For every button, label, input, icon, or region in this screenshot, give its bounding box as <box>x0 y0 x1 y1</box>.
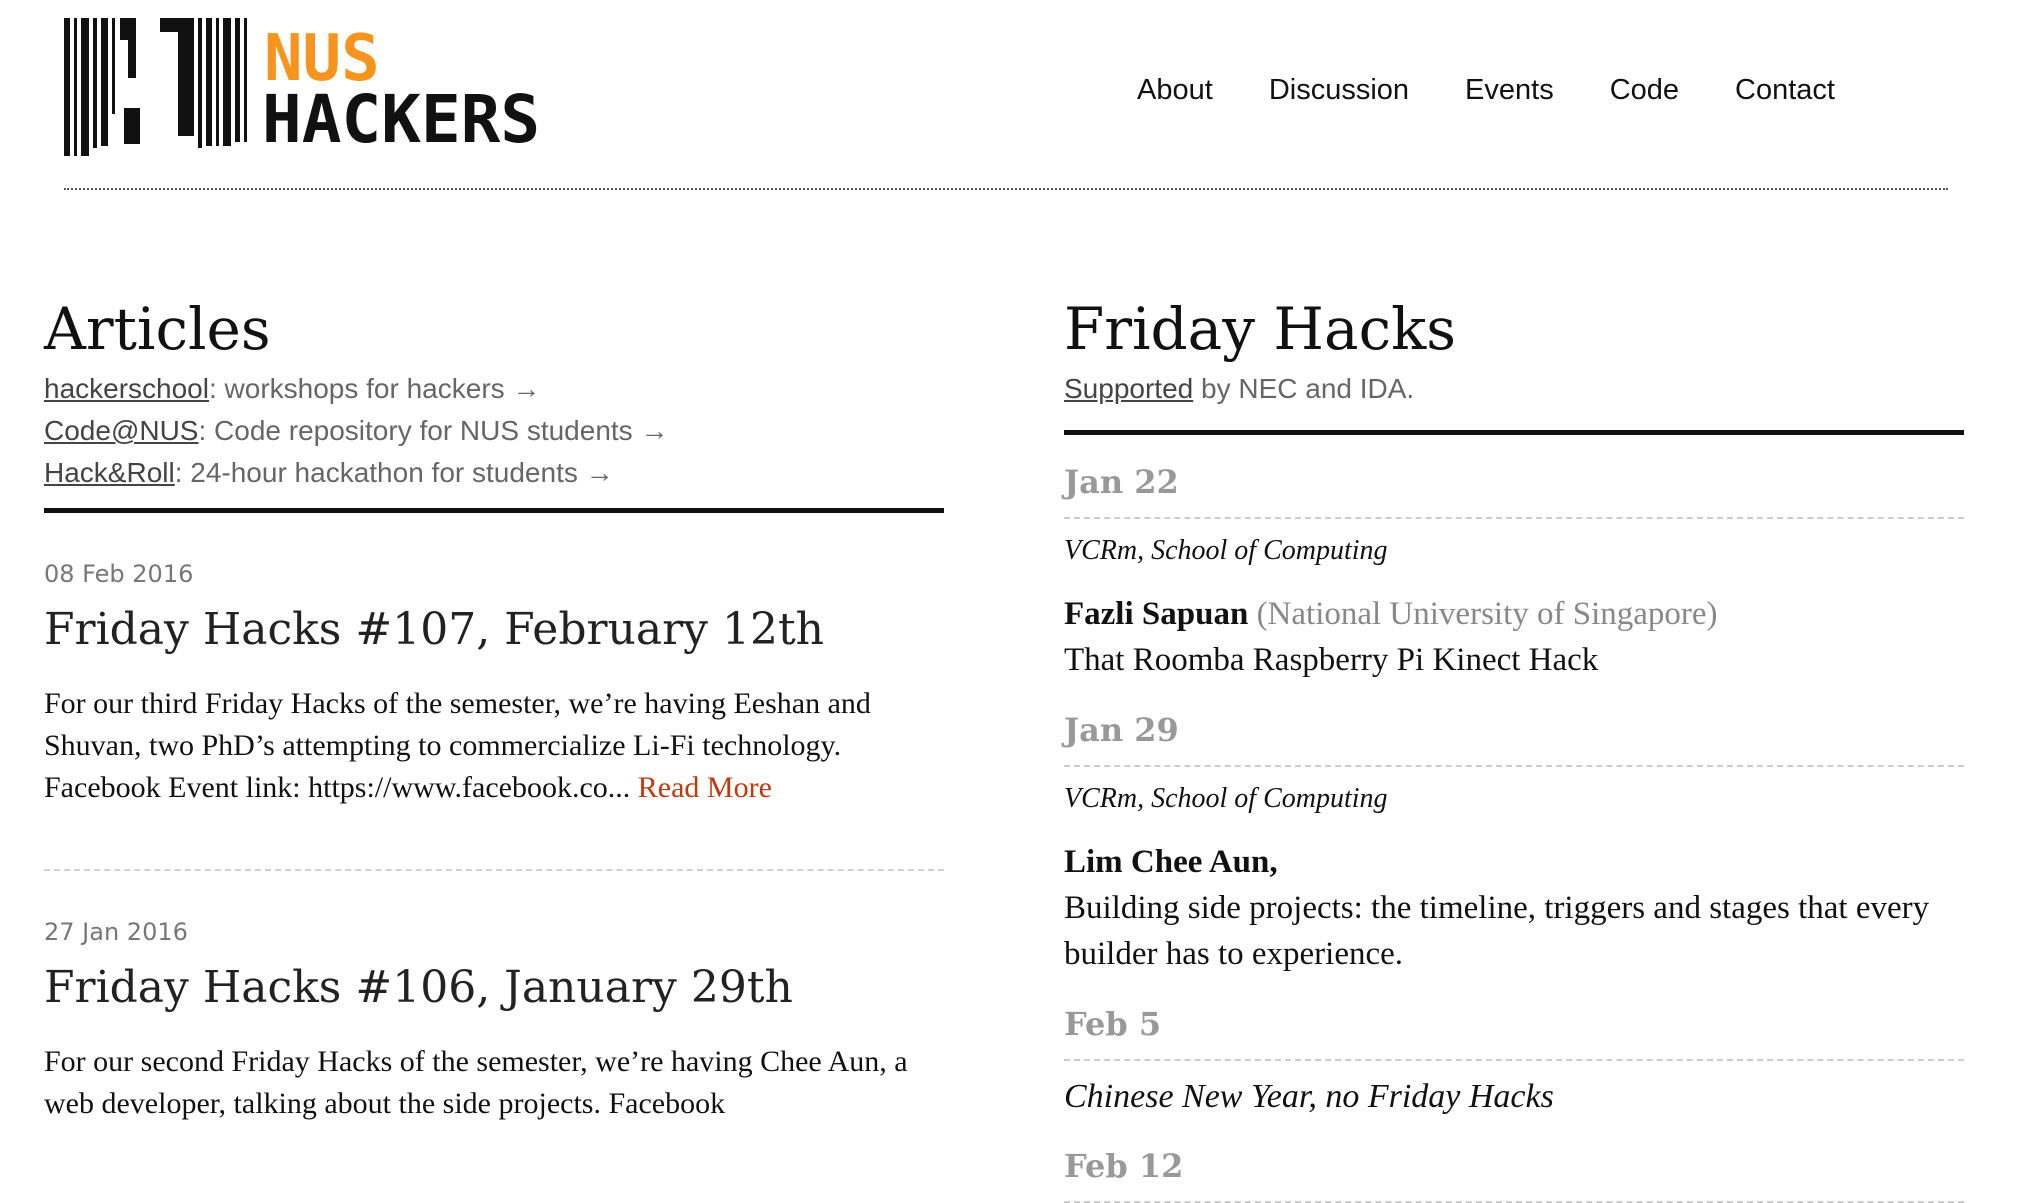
event-date: Jan 29 <box>1064 709 1964 767</box>
link-row-hackroll: Hack&Roll: 24-hour hackathon for student… <box>44 452 944 494</box>
event-venue: VCRm, School of Computing <box>1064 535 1388 566</box>
codenus-desc: : Code repository for NUS students → <box>198 415 669 446</box>
hackroll-desc: : 24-hour hackathon for students → <box>174 457 614 488</box>
hackerschool-link[interactable]: hackerschool <box>44 373 209 404</box>
nav-about[interactable]: About <box>1137 74 1213 107</box>
speaker-name: Lim Chee Aun, <box>1064 844 1278 880</box>
nus-hackers-logo[interactable]: NUS HACKERS <box>64 18 624 160</box>
friday-divider <box>1064 430 1964 435</box>
barcode-logo-icon: NUS HACKERS <box>64 18 540 158</box>
event-item: Jan 29 VCRm, School of Computing Lim Che… <box>1064 709 1964 977</box>
link-row-hackerschool: hackerschool: workshops for hackers → <box>44 368 944 410</box>
event-note: Chinese New Year, no Friday Hacks <box>1064 1078 1554 1115</box>
article-excerpt: For our third Friday Hacks of the semest… <box>44 683 944 809</box>
nav-events[interactable]: Events <box>1465 74 1554 107</box>
speaker-name: Fazli Sapuan <box>1064 596 1249 632</box>
article-item: 27 Jan 2016 Friday Hacks #106, January 2… <box>44 871 944 1125</box>
talk-title: Building side projects: the timeline, tr… <box>1064 890 1930 972</box>
event-item: Jan 22 VCRm, School of Computing Fazli S… <box>1064 461 1964 683</box>
event-date: Feb 12 <box>1064 1145 1964 1203</box>
friday-hacks-column: Friday Hacks Supported by NEC and IDA. J… <box>1064 290 1964 1203</box>
article-excerpt: For our second Friday Hacks of the semes… <box>44 1045 908 1120</box>
event-speaker: Lim Chee Aun, <box>1064 839 1964 885</box>
nav-contact[interactable]: Contact <box>1735 74 1835 107</box>
supported-link[interactable]: Supported <box>1064 373 1193 404</box>
hackroll-link[interactable]: Hack&Roll <box>44 457 175 488</box>
svg-text:HACKERS: HACKERS <box>262 81 540 158</box>
article-date: 08 Feb 2016 <box>44 560 194 588</box>
link-row-codenus: Code@NUS: Code repository for NUS studen… <box>44 410 944 452</box>
event-venue: VCRm, School of Computing <box>1064 783 1388 814</box>
event-item: Feb 5 Chinese New Year, no Friday Hacks <box>1064 1003 1964 1119</box>
hackerschool-desc: : workshops for hackers → <box>208 373 541 404</box>
event-speaker: Fazli Sapuan (National University of Sin… <box>1064 591 1964 637</box>
friday-hacks-heading: Friday Hacks <box>1064 295 1456 363</box>
project-links: hackerschool: workshops for hackers → Co… <box>44 368 944 494</box>
sponsor-line: Supported by NEC and IDA. <box>1064 368 1964 410</box>
codenus-link[interactable]: Code@NUS <box>44 415 198 446</box>
articles-column: Articles hackerschool: workshops for hac… <box>44 290 944 1125</box>
nav-code[interactable]: Code <box>1610 74 1679 107</box>
article-title[interactable]: Friday Hacks #106, January 29th <box>44 961 944 1015</box>
talk-title: That Roomba Raspberry Pi Kinect Hack <box>1064 642 1599 678</box>
article-date: 27 Jan 2016 <box>44 918 188 946</box>
nav-discussion[interactable]: Discussion <box>1269 74 1409 107</box>
speaker-affiliation: (National University of Singapore) <box>1256 596 1718 632</box>
event-item: Feb 12 <box>1064 1145 1964 1203</box>
article-title[interactable]: Friday Hacks #107, February 12th <box>44 603 944 657</box>
event-date: Feb 5 <box>1064 1003 1964 1061</box>
sponsor-text: by NEC and IDA. <box>1193 373 1415 404</box>
article-item: 08 Feb 2016 Friday Hacks #107, February … <box>44 513 944 871</box>
event-date: Jan 22 <box>1064 461 1964 519</box>
header-divider <box>64 188 1948 190</box>
main-nav: About Discussion Events Code Contact <box>1137 74 1835 107</box>
read-more-link[interactable]: Read More <box>638 771 772 804</box>
articles-heading: Articles <box>44 295 271 363</box>
